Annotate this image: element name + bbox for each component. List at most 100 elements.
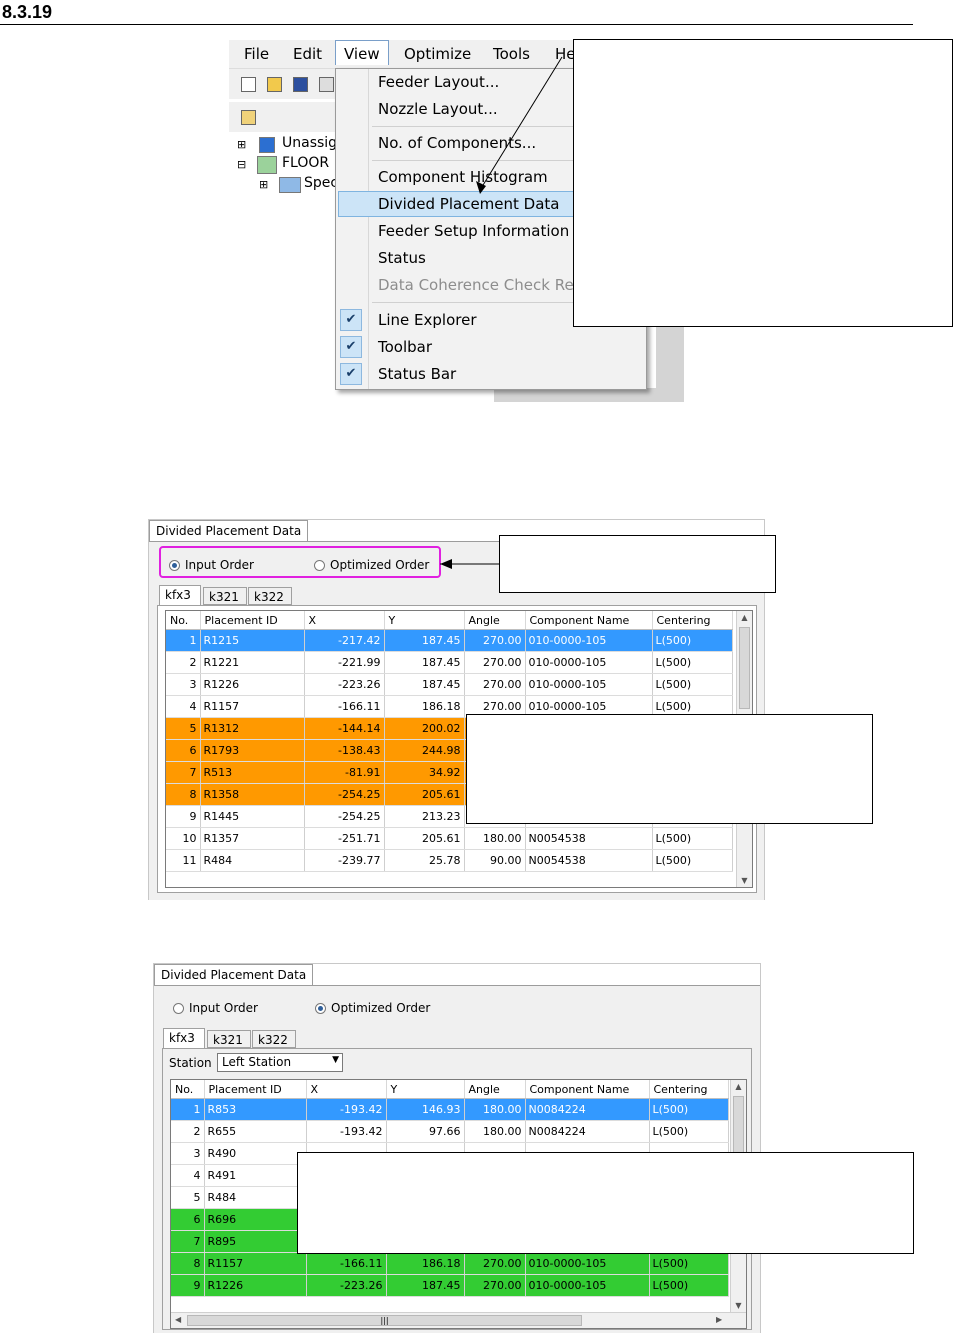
divided-placement-panel-optimized: Divided Placement Data Input Order Optim… xyxy=(153,963,761,1333)
cell-no: 1 xyxy=(166,629,201,652)
cell-component-name: 010-0000-105 xyxy=(525,673,653,696)
cell-placement-id: R1226 xyxy=(200,673,305,696)
radio-input-order[interactable]: Input Order xyxy=(173,1001,258,1015)
cell-y: 200.02 xyxy=(384,717,465,740)
col-x[interactable]: X xyxy=(306,1080,387,1099)
cell-placement-id: R895 xyxy=(204,1230,307,1253)
tab-k322[interactable]: k322 xyxy=(248,587,292,605)
cell-x: -144.14 xyxy=(304,717,385,740)
col-placement-id[interactable]: Placement ID xyxy=(200,611,305,630)
table-row[interactable]: 11 R484 -239.77 25.78 90.00 N0054538 L(500) xyxy=(166,849,733,872)
scroll-right-icon[interactable]: ▶ xyxy=(716,1315,722,1324)
scroll-up-icon[interactable]: ▲ xyxy=(731,1082,746,1091)
cell-angle: 270.00 xyxy=(464,673,526,696)
cell-no: 5 xyxy=(166,717,201,740)
cell-x: -239.77 xyxy=(304,849,385,872)
scroll-thumb[interactable]: ||| xyxy=(187,1315,582,1326)
callout-arrow xyxy=(440,559,500,569)
cell-placement-id: R1226 xyxy=(204,1274,307,1297)
col-x[interactable]: X xyxy=(304,611,385,630)
cell-x: -221.99 xyxy=(304,651,385,674)
cell-centering: L(500) xyxy=(652,673,733,696)
tab-k321[interactable]: k321 xyxy=(203,587,247,605)
scroll-thumb[interactable] xyxy=(739,627,750,709)
cell-placement-id: R1215 xyxy=(200,629,305,652)
col-no[interactable]: No. xyxy=(166,611,201,630)
scroll-down-icon[interactable]: ▼ xyxy=(731,1301,746,1310)
cell-y: 186.18 xyxy=(384,695,465,718)
table-row[interactable]: 9 R1226 -223.26 187.45 270.00 010-0000-105 L(5… xyxy=(171,1274,729,1297)
station-tabs: kfx3 k321 k322 xyxy=(163,1028,753,1050)
col-component-name[interactable]: Component Name xyxy=(525,1080,650,1099)
col-component-name[interactable]: Component Name xyxy=(525,611,653,630)
cell-angle: 270.00 xyxy=(464,1274,526,1297)
col-centering[interactable]: Centering xyxy=(649,1080,729,1099)
callout-box xyxy=(499,535,776,593)
cell-placement-id: R1157 xyxy=(200,695,305,718)
cell-angle: 180.00 xyxy=(464,1098,526,1121)
cell-x: -251.71 xyxy=(304,827,385,850)
tab-kfx3[interactable]: kfx3 xyxy=(159,585,201,605)
cell-no: 6 xyxy=(171,1208,205,1231)
col-y[interactable]: Y xyxy=(384,611,465,630)
table-row[interactable]: 3 R1226 -223.26 187.45 270.00 010-0000-105 L(5… xyxy=(166,673,733,696)
cell-no: 3 xyxy=(171,1142,205,1165)
cell-placement-id: R1312 xyxy=(200,717,305,740)
table-row[interactable]: 8 R1157 -166.11 186.18 270.00 010-0000-105 L(5… xyxy=(171,1252,729,1275)
col-placement-id[interactable]: Placement ID xyxy=(204,1080,307,1099)
cell-y: 146.93 xyxy=(386,1098,465,1121)
cell-y: 187.45 xyxy=(384,629,465,652)
scroll-thumb[interactable] xyxy=(733,1096,744,1158)
station-select[interactable]: Left Station ▼ xyxy=(217,1053,343,1072)
cell-angle: 270.00 xyxy=(464,651,526,674)
tab-k321[interactable]: k321 xyxy=(207,1030,251,1048)
cell-component-name: 010-0000-105 xyxy=(525,1252,650,1275)
horizontal-scrollbar[interactable]: ◀ ||| ▶ xyxy=(171,1312,746,1328)
cell-no: 9 xyxy=(166,805,201,828)
cell-no: 8 xyxy=(166,783,201,806)
chevron-down-icon: ▼ xyxy=(332,1055,339,1065)
cell-y: 25.78 xyxy=(384,849,465,872)
col-angle[interactable]: Angle xyxy=(464,1080,526,1099)
panel-title-tab[interactable]: Divided Placement Data xyxy=(149,520,309,542)
cell-angle: 270.00 xyxy=(464,629,526,652)
cell-placement-id: R655 xyxy=(204,1120,307,1143)
cell-placement-id: R1445 xyxy=(200,805,305,828)
cell-angle: 180.00 xyxy=(464,827,526,850)
cell-placement-id: R491 xyxy=(204,1164,307,1187)
cell-placement-id: R1357 xyxy=(200,827,305,850)
table-row[interactable]: 2 R655 -193.42 97.66 180.00 N0084224 L(500) xyxy=(171,1120,729,1143)
cell-placement-id: R484 xyxy=(200,849,305,872)
scroll-up-icon[interactable]: ▲ xyxy=(737,613,752,622)
cell-placement-id: R513 xyxy=(200,761,305,784)
col-no[interactable]: No. xyxy=(171,1080,205,1099)
table-row[interactable]: 1 R853 -193.42 146.93 180.00 N0084224 L(500) xyxy=(171,1098,729,1121)
panel-title-tab[interactable]: Divided Placement Data xyxy=(154,964,314,986)
callout-box xyxy=(466,714,873,824)
cell-placement-id: R696 xyxy=(204,1208,307,1231)
scroll-left-icon[interactable]: ◀ xyxy=(175,1315,181,1324)
cell-component-name: N0084224 xyxy=(525,1098,650,1121)
table-row[interactable]: 10 R1357 -251.71 205.61 180.00 N0054538 L(500) xyxy=(166,827,733,850)
col-centering[interactable]: Centering xyxy=(652,611,733,630)
cell-angle: 90.00 xyxy=(464,849,526,872)
cell-y: 34.92 xyxy=(384,761,465,784)
cell-centering: L(500) xyxy=(649,1120,729,1143)
table-row[interactable]: 2 R1221 -221.99 187.45 270.00 010-0000-105 L(5… xyxy=(166,651,733,674)
callout-box xyxy=(297,1152,914,1254)
cell-x: -166.11 xyxy=(306,1252,387,1275)
cell-x: -223.26 xyxy=(306,1274,387,1297)
radio-off-icon xyxy=(173,1003,184,1014)
cell-x: -138.43 xyxy=(304,739,385,762)
cell-y: 205.61 xyxy=(384,783,465,806)
cell-centering: L(500) xyxy=(649,1252,729,1275)
col-y[interactable]: Y xyxy=(386,1080,465,1099)
scroll-down-icon[interactable]: ▼ xyxy=(737,876,752,885)
tab-kfx3[interactable]: kfx3 xyxy=(163,1028,205,1048)
radio-optimized-order[interactable]: Optimized Order xyxy=(315,1001,430,1015)
cell-y: 186.18 xyxy=(386,1252,465,1275)
tab-k322[interactable]: k322 xyxy=(252,1030,296,1048)
col-angle[interactable]: Angle xyxy=(464,611,526,630)
cell-x: -254.25 xyxy=(304,805,385,828)
table-row[interactable]: 1 R1215 -217.42 187.45 270.00 010-0000-105 L(5… xyxy=(166,629,733,652)
